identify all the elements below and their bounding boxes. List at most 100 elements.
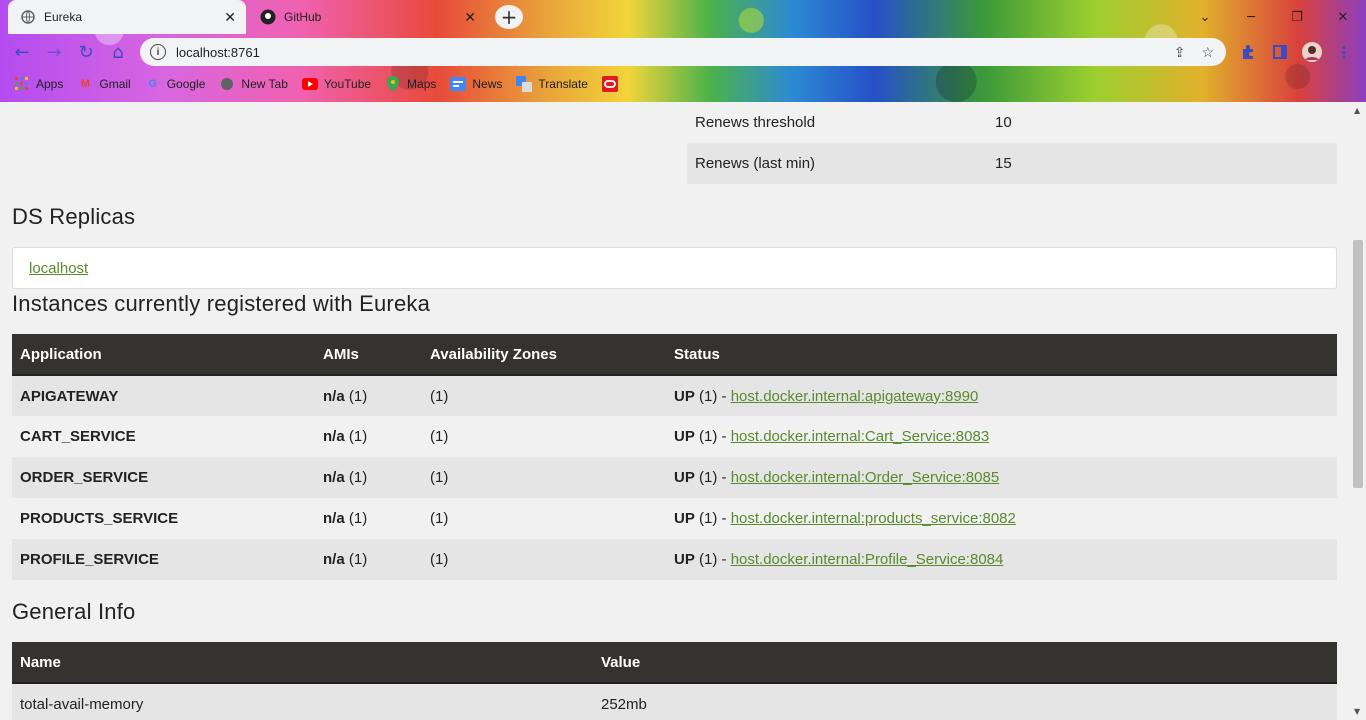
bookmark-maps[interactable]: Maps — [385, 76, 436, 92]
table-row: ORDER_SERVICE n/a (1) (1) UP (1) - host.… — [12, 457, 1337, 498]
reload-icon[interactable]: ↻ — [70, 36, 102, 68]
tab-eureka[interactable]: Eureka ✕ — [8, 0, 246, 34]
status-cell: UP (1) - host.docker.internal:Order_Serv… — [666, 457, 1337, 498]
ami-value: n/a — [323, 510, 345, 527]
status-count: (1) - — [699, 387, 727, 405]
bookmark-google[interactable]: G Google — [145, 76, 206, 92]
share-icon[interactable]: ⇪ — [1174, 44, 1186, 61]
bookmarks-bar: Apps M Gmail G Google New Tab YouTube Ma… — [0, 70, 1366, 98]
stat-key: Renews threshold — [695, 114, 816, 131]
bookmark-apps[interactable]: Apps — [14, 76, 63, 92]
application-name: APIGATEWAY — [12, 375, 315, 416]
eureka-page: Renews threshold 10 Renews (last min) 15… — [0, 102, 1350, 720]
bookmark-label: Google — [166, 77, 206, 91]
application-name: PROFILE_SERVICE — [12, 539, 315, 580]
status-cell: UP (1) - host.docker.internal:Profile_Se… — [666, 539, 1337, 580]
zones-cell: (1) — [430, 510, 449, 527]
instance-link[interactable]: host.docker.internal:apigateway:8990 — [731, 388, 979, 405]
translate-icon — [516, 76, 533, 92]
minimize-icon[interactable]: ─ — [1228, 0, 1274, 34]
ami-count: (1) — [348, 428, 368, 445]
home-icon[interactable]: ⌂ — [102, 36, 134, 68]
tab-github[interactable]: GitHub ✕ — [248, 0, 486, 34]
status-count: (1) - — [699, 428, 727, 445]
instance-link[interactable]: host.docker.internal:products_service:80… — [731, 510, 1016, 527]
ami-count: (1) — [348, 551, 368, 568]
info-icon[interactable]: i — [150, 44, 166, 60]
tab-title: GitHub — [284, 10, 322, 24]
zones-cell: (1) — [422, 457, 666, 498]
table-row: APIGATEWAY n/a (1) (1) UP (1) - host.doc… — [12, 375, 1337, 416]
bookmark-translate[interactable]: Translate — [516, 76, 588, 92]
application-name: CART_SERVICE — [20, 428, 136, 445]
bookmark-label: YouTube — [323, 77, 372, 91]
github-icon — [260, 9, 276, 25]
status-value: UP — [674, 469, 695, 486]
zones-cell: (1) — [422, 375, 666, 416]
scroll-down-arrow-icon[interactable]: ▼ — [1354, 707, 1360, 716]
scroll-up-arrow-icon[interactable]: ▲ — [1354, 106, 1360, 115]
column-header-availability-zones: Availability Zones — [422, 334, 666, 376]
instances-heading: Instances currently registered with Eure… — [12, 291, 431, 316]
ami-count: (1) — [348, 469, 368, 486]
maps-pin-icon — [385, 76, 401, 92]
status-value: UP — [674, 551, 695, 568]
bookmark-oracle[interactable] — [601, 76, 618, 92]
bookmark-youtube[interactable]: YouTube — [301, 76, 372, 92]
ami-cell: n/a (1) — [315, 498, 422, 539]
column-header-status: Status — [666, 334, 1337, 376]
star-icon[interactable]: ☆ — [1201, 44, 1214, 61]
status-value: UP — [674, 510, 695, 527]
column-header-name: Name — [12, 642, 593, 684]
close-window-icon[interactable]: ✕ — [1320, 0, 1366, 34]
table-row: total-avail-memory 252mb — [12, 683, 1337, 720]
ami-cell: n/a (1) — [315, 539, 422, 580]
bookmark-news[interactable]: News — [450, 76, 502, 92]
status-value: UP — [674, 428, 695, 445]
stat-value: 10 — [995, 114, 1012, 131]
ami-value: n/a — [323, 551, 345, 568]
status-count: (1) - — [699, 469, 727, 486]
table-header-row: Application AMIs Availability Zones Stat… — [12, 334, 1337, 376]
tab-title: Eureka — [44, 10, 83, 24]
ami-cell: n/a (1) — [315, 375, 422, 416]
table-row: PRODUCTS_SERVICE n/a (1) (1) UP (1) - ho… — [12, 498, 1337, 539]
status-cell: UP (1) - host.docker.internal:Cart_Servi… — [666, 416, 1337, 457]
extensions-icon[interactable] — [1236, 38, 1260, 66]
stat-value: 15 — [995, 155, 1012, 172]
ami-cell: n/a (1) — [315, 457, 422, 498]
address-bar[interactable]: i localhost:8761 ⇪ ☆ — [140, 38, 1226, 66]
new-tab-button[interactable]: + — [495, 5, 523, 29]
instance-link[interactable]: host.docker.internal:Order_Service:8085 — [731, 469, 999, 486]
ami-value: n/a — [323, 428, 345, 445]
instance-link[interactable]: host.docker.internal:Profile_Service:808… — [731, 551, 1004, 568]
table-row: PROFILE_SERVICE n/a (1) (1) UP (1) - hos… — [12, 539, 1337, 580]
close-tab-icon[interactable]: ✕ — [224, 9, 236, 26]
stat-key: Renews (last min) — [695, 155, 816, 172]
toolbar-right: ⋮ — [1236, 38, 1356, 66]
oracle-icon — [601, 76, 618, 92]
status-cell: UP (1) - host.docker.internal:products_s… — [666, 498, 1337, 539]
menu-icon[interactable]: ⋮ — [1332, 38, 1356, 66]
instance-link[interactable]: host.docker.internal:Cart_Service:8083 — [731, 428, 989, 445]
info-name: total-avail-memory — [12, 683, 593, 720]
bookmark-label: Gmail — [99, 77, 131, 91]
page-scrollbar[interactable]: ▲ ▼ — [1350, 102, 1366, 720]
replica-link[interactable]: localhost — [29, 260, 88, 277]
bookmark-gmail[interactable]: M Gmail — [77, 76, 131, 92]
ami-count: (1) — [348, 510, 368, 527]
back-icon[interactable]: ← — [6, 36, 38, 68]
ami-value: n/a — [323, 469, 345, 486]
side-panel-icon[interactable] — [1268, 38, 1292, 66]
scroll-thumb[interactable] — [1353, 240, 1363, 488]
close-tab-icon[interactable]: ✕ — [464, 9, 476, 26]
status-count: (1) - — [699, 551, 727, 568]
restore-icon[interactable]: ❐ — [1274, 0, 1320, 34]
table-row: CART_SERVICE n/a (1) (1) UP (1) - host.d… — [12, 416, 1337, 457]
column-header-application: Application — [12, 334, 315, 376]
avatar[interactable] — [1300, 38, 1324, 66]
bookmark-new-tab[interactable]: New Tab — [219, 76, 288, 92]
status-cell: UP (1) - host.docker.internal:apigateway… — [666, 375, 1337, 416]
dropdown-icon[interactable]: ⌄ — [1182, 0, 1228, 34]
forward-icon[interactable]: → — [38, 36, 70, 68]
